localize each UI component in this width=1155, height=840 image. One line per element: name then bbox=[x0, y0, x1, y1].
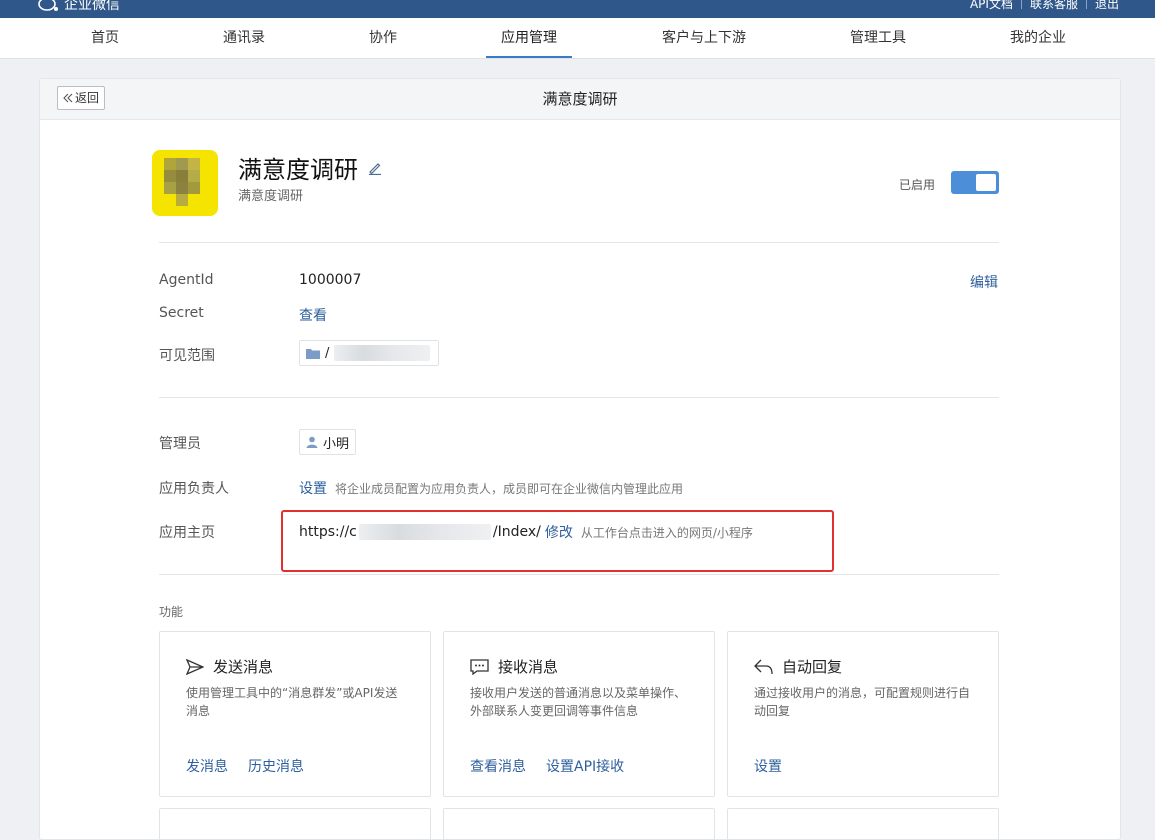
admin-chip[interactable]: 小明 bbox=[299, 429, 357, 455]
feature-card bbox=[727, 808, 999, 840]
app-icon bbox=[152, 150, 218, 216]
scope-value: / bbox=[325, 345, 330, 361]
secret-view-link[interactable]: 查看 bbox=[299, 305, 327, 325]
divider bbox=[159, 242, 999, 243]
card-actions: 设置 bbox=[754, 756, 782, 776]
card-title: 自动回复 bbox=[782, 658, 843, 676]
main-nav: 首页 通讯录 协作 应用管理 客户与上下游 管理工具 我的企业 bbox=[0, 18, 1155, 59]
scope-chip[interactable]: / bbox=[299, 340, 439, 366]
send-message-title: 发送消息 bbox=[186, 656, 273, 677]
divider bbox=[1085, 0, 1087, 9]
app-subtitle: 满意度调研 bbox=[238, 189, 304, 204]
highlight-box bbox=[281, 510, 834, 572]
admin-label: 管理员 bbox=[159, 436, 201, 452]
owner-hint: 将企业成员配置为应用负责人，成员即可在企业微信内管理此应用 bbox=[335, 482, 684, 496]
wecom-logo-icon bbox=[38, 0, 58, 11]
receive-message-title: 接收消息 bbox=[470, 656, 558, 677]
card-desc: 接收用户发送的普通消息以及菜单操作、外部联系人变更回调等事件信息 bbox=[470, 686, 687, 718]
chat-icon bbox=[470, 658, 489, 675]
status-label: 已启用 bbox=[899, 178, 936, 192]
receive-message-card: 接收消息 接收用户发送的普通消息以及菜单操作、外部联系人变更回调等事件信息 查看… bbox=[443, 631, 715, 797]
card-header: 返回 满意度调研 bbox=[40, 79, 1120, 120]
set-api-receive-link[interactable]: 设置API接收 bbox=[546, 756, 624, 776]
page-title: 满意度调研 bbox=[542, 90, 618, 108]
toggle-knob bbox=[976, 174, 996, 191]
tab-home[interactable]: 首页 bbox=[91, 18, 119, 58]
card-desc: 使用管理工具中的“消息群发”或API发送消息 bbox=[186, 686, 398, 718]
tab-customers[interactable]: 客户与上下游 bbox=[662, 18, 746, 58]
secret-label: Secret bbox=[159, 305, 204, 321]
owner-set-link[interactable]: 设置 bbox=[299, 481, 327, 497]
logo-text: 企业微信 bbox=[64, 0, 120, 13]
send-icon bbox=[186, 658, 204, 675]
view-messages-link[interactable]: 查看消息 bbox=[470, 756, 526, 776]
pencil-icon[interactable] bbox=[368, 161, 382, 175]
enable-toggle[interactable] bbox=[951, 171, 999, 194]
auto-reply-title: 自动回复 bbox=[754, 656, 842, 677]
top-links: API文档 联系客服 退出 bbox=[970, 0, 1119, 12]
card-actions: 查看消息 设置API接收 bbox=[470, 756, 624, 776]
top-bar: 企业微信 API文档 联系客服 退出 bbox=[0, 0, 1155, 18]
owner-row: 设置 将企业成员配置为应用负责人，成员即可在企业微信内管理此应用 bbox=[299, 478, 683, 498]
history-message-link[interactable]: 历史消息 bbox=[248, 756, 304, 776]
auto-reply-card: 自动回复 通过接收用户的消息，可配置规则进行自动回复 设置 bbox=[727, 631, 999, 797]
agentid-value: 1000007 bbox=[299, 272, 362, 288]
logo[interactable]: 企业微信 bbox=[38, 0, 120, 14]
redacted-scope bbox=[334, 345, 431, 361]
agentid-label: AgentId bbox=[159, 272, 214, 288]
tab-management-tools[interactable]: 管理工具 bbox=[850, 18, 906, 58]
owner-label: 应用负责人 bbox=[159, 481, 229, 497]
feature-card bbox=[159, 808, 431, 840]
logout-link[interactable]: 退出 bbox=[1095, 0, 1119, 12]
edit-link[interactable]: 编辑 bbox=[970, 272, 998, 292]
feature-card bbox=[443, 808, 715, 840]
divider bbox=[159, 574, 999, 575]
reply-icon bbox=[754, 659, 773, 674]
send-message-card: 发送消息 使用管理工具中的“消息群发”或API发送消息 发消息 历史消息 bbox=[159, 631, 431, 797]
divider bbox=[159, 397, 999, 398]
admin-name: 小明 bbox=[323, 436, 350, 452]
tab-my-enterprise[interactable]: 我的企业 bbox=[1010, 18, 1066, 58]
tab-contacts[interactable]: 通讯录 bbox=[223, 18, 265, 58]
send-message-link[interactable]: 发消息 bbox=[186, 756, 228, 776]
contact-support-link[interactable]: 联系客服 bbox=[1030, 0, 1078, 12]
card-desc: 通过接收用户的消息，可配置规则进行自动回复 bbox=[754, 686, 971, 718]
divider bbox=[1020, 0, 1022, 9]
homepage-label: 应用主页 bbox=[159, 525, 215, 541]
tab-app-management[interactable]: 应用管理 bbox=[486, 18, 572, 58]
card-title: 发送消息 bbox=[213, 658, 274, 676]
app-name-text: 满意度调研 bbox=[238, 156, 358, 184]
folder-icon bbox=[306, 348, 320, 359]
auto-reply-settings-link[interactable]: 设置 bbox=[754, 756, 782, 776]
user-icon bbox=[306, 436, 318, 448]
tab-collaboration[interactable]: 协作 bbox=[369, 18, 397, 58]
features-section-label: 功能 bbox=[159, 605, 184, 619]
card-actions: 发消息 历史消息 bbox=[186, 756, 304, 776]
card-title: 接收消息 bbox=[498, 658, 559, 676]
api-docs-link[interactable]: API文档 bbox=[970, 0, 1013, 12]
scope-label: 可见范围 bbox=[159, 348, 215, 364]
app-name: 满意度调研 bbox=[238, 150, 382, 185]
